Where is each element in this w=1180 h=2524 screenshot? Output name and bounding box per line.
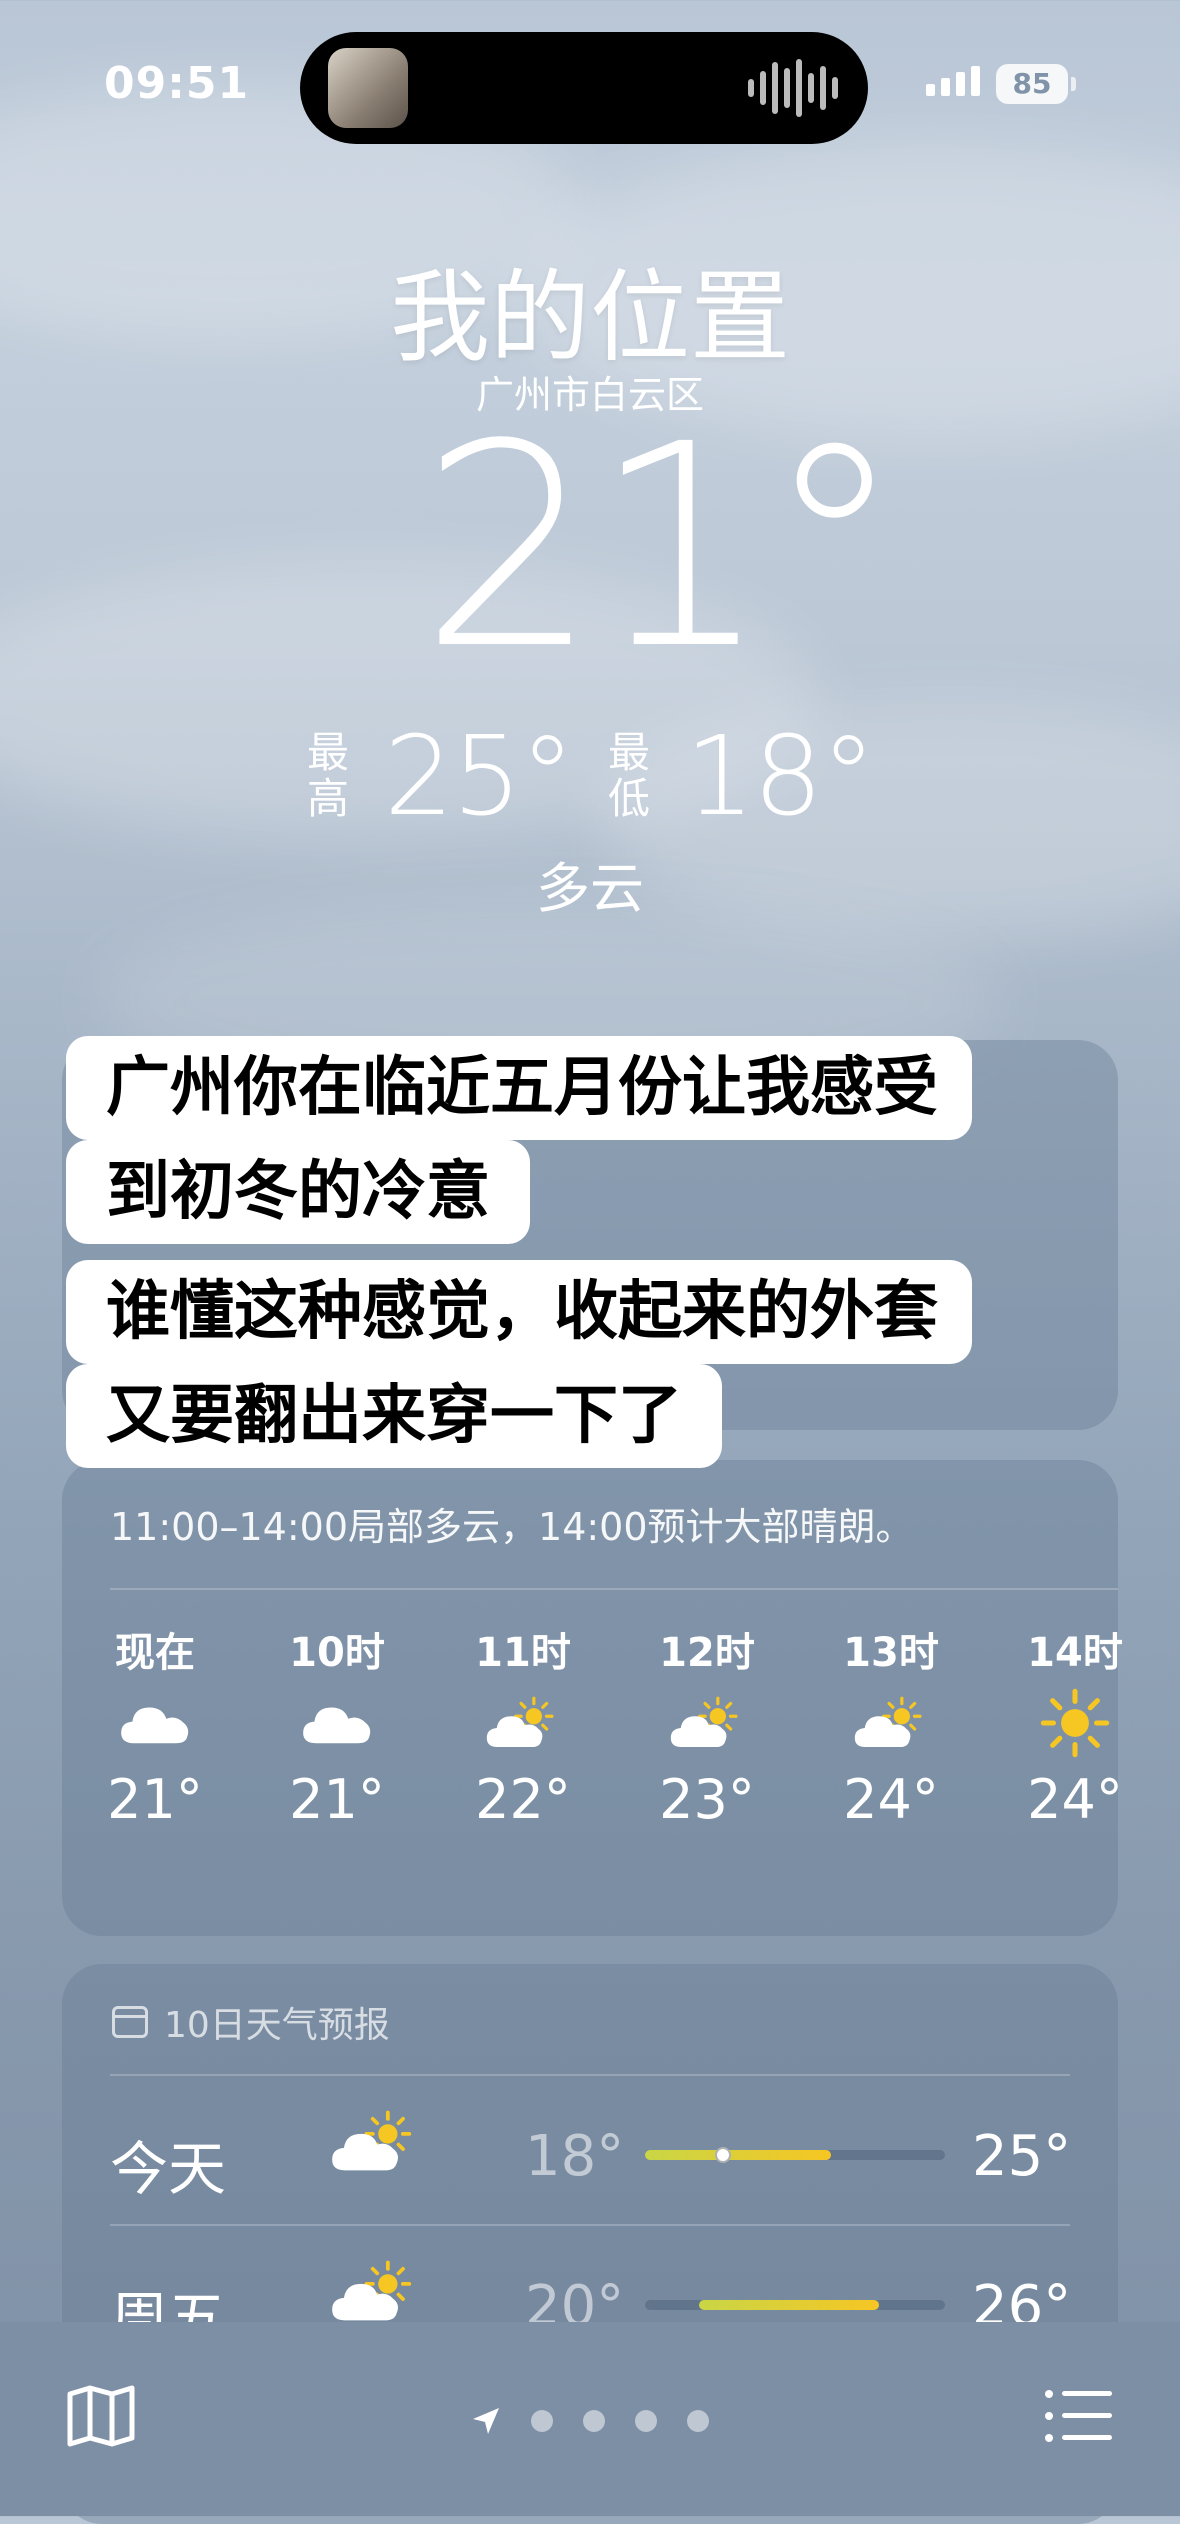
- cloud-icon: [70, 1678, 240, 1768]
- location-title: 我的位置: [390, 259, 790, 376]
- now-playing-thumbnail[interactable]: [328, 48, 408, 128]
- temperature-range-fill: [645, 2150, 831, 2160]
- hour-temperature: 23°: [659, 1768, 755, 1831]
- high-label: 最高: [307, 728, 350, 823]
- dynamic-island[interactable]: [300, 32, 868, 144]
- hour-item: 13时 24°: [806, 1620, 976, 1831]
- hour-item: 10时 21°: [252, 1620, 422, 1831]
- hour-item: 14时 24°: [990, 1620, 1130, 1831]
- caption-line: 谁懂这种感觉，收起来的外套: [66, 1260, 972, 1364]
- low-temperature: 18°: [685, 712, 876, 840]
- daily-divider: [110, 2074, 1070, 2076]
- hour-label: 14时: [1027, 1630, 1123, 1676]
- page-dot[interactable]: [531, 2410, 553, 2432]
- hour-item: 12时 23°: [622, 1620, 792, 1831]
- page-dot[interactable]: [687, 2410, 709, 2432]
- partly-sunny-icon: [622, 1678, 792, 1768]
- hour-label: 12时: [659, 1630, 755, 1676]
- caption-line: 又要翻出来穿一下了: [66, 1364, 722, 1468]
- caption-line: 到初冬的冷意: [66, 1140, 530, 1244]
- location-arrow-icon[interactable]: [471, 2406, 501, 2436]
- caption-line: 广州你在临近五月份让我感受: [66, 1036, 972, 1140]
- cellular-signal-icon: [926, 66, 980, 96]
- ten-day-header: 10日天气预报: [112, 1996, 390, 2048]
- current-temperature: 21°: [420, 385, 904, 711]
- sun-icon: [990, 1678, 1130, 1768]
- day-name: 今天: [110, 2135, 227, 2203]
- page-dot[interactable]: [583, 2410, 605, 2432]
- hour-label: 13时: [843, 1630, 939, 1676]
- calendar-icon: [112, 2006, 148, 2038]
- page-dot[interactable]: [635, 2410, 657, 2432]
- bottom-toolbar: [0, 2322, 1180, 2516]
- battery-icon: 85: [996, 64, 1076, 104]
- partly-sunny-icon: [806, 1678, 976, 1768]
- hour-temperature: 21°: [289, 1768, 385, 1831]
- hour-temperature: 21°: [107, 1768, 203, 1831]
- hour-temperature: 24°: [843, 1768, 939, 1831]
- hour-temperature: 24°: [1027, 1768, 1123, 1831]
- hour-item: 11时 22°: [438, 1620, 608, 1831]
- temperature-range-fill: [699, 2300, 879, 2310]
- current-temperature-dot: [715, 2147, 731, 2163]
- hourly-divider: [110, 1588, 1118, 1590]
- hour-label: 现在: [115, 1630, 195, 1676]
- hour-label: 10时: [289, 1630, 385, 1676]
- partly-sunny-icon: [330, 2110, 420, 2179]
- temperature-range-bar: [645, 2147, 945, 2163]
- hourly-summary: 11:00–14:00局部多云，14:00预计大部晴朗。: [110, 1505, 914, 1549]
- partly-sunny-icon: [330, 2260, 420, 2329]
- daily-divider: [110, 2224, 1070, 2226]
- weather-condition: 多云: [536, 857, 644, 920]
- audio-waveform-icon: [748, 58, 838, 118]
- partly-sunny-icon: [438, 1678, 608, 1768]
- status-time: 09:51: [104, 58, 250, 109]
- list-icon[interactable]: [1044, 2388, 1114, 2444]
- high-temperature: 25°: [384, 712, 575, 840]
- day-low: 18°: [525, 2124, 625, 2189]
- low-label: 最低: [607, 728, 650, 823]
- temperature-range-bar: [645, 2300, 945, 2310]
- ten-day-heading: 10日天气预报: [164, 2005, 390, 2046]
- high-low-temperatures: 最高 25° 最低 18°: [0, 712, 1180, 840]
- hour-temperature: 22°: [475, 1768, 571, 1831]
- cloud-icon: [252, 1678, 422, 1768]
- hour-label: 11时: [475, 1630, 571, 1676]
- daily-row[interactable]: 今天 18° 25°: [110, 2100, 1072, 2203]
- page-indicator[interactable]: [0, 2406, 1180, 2436]
- day-high: 25°: [972, 2124, 1072, 2189]
- hour-item: 现在 21°: [70, 1620, 240, 1831]
